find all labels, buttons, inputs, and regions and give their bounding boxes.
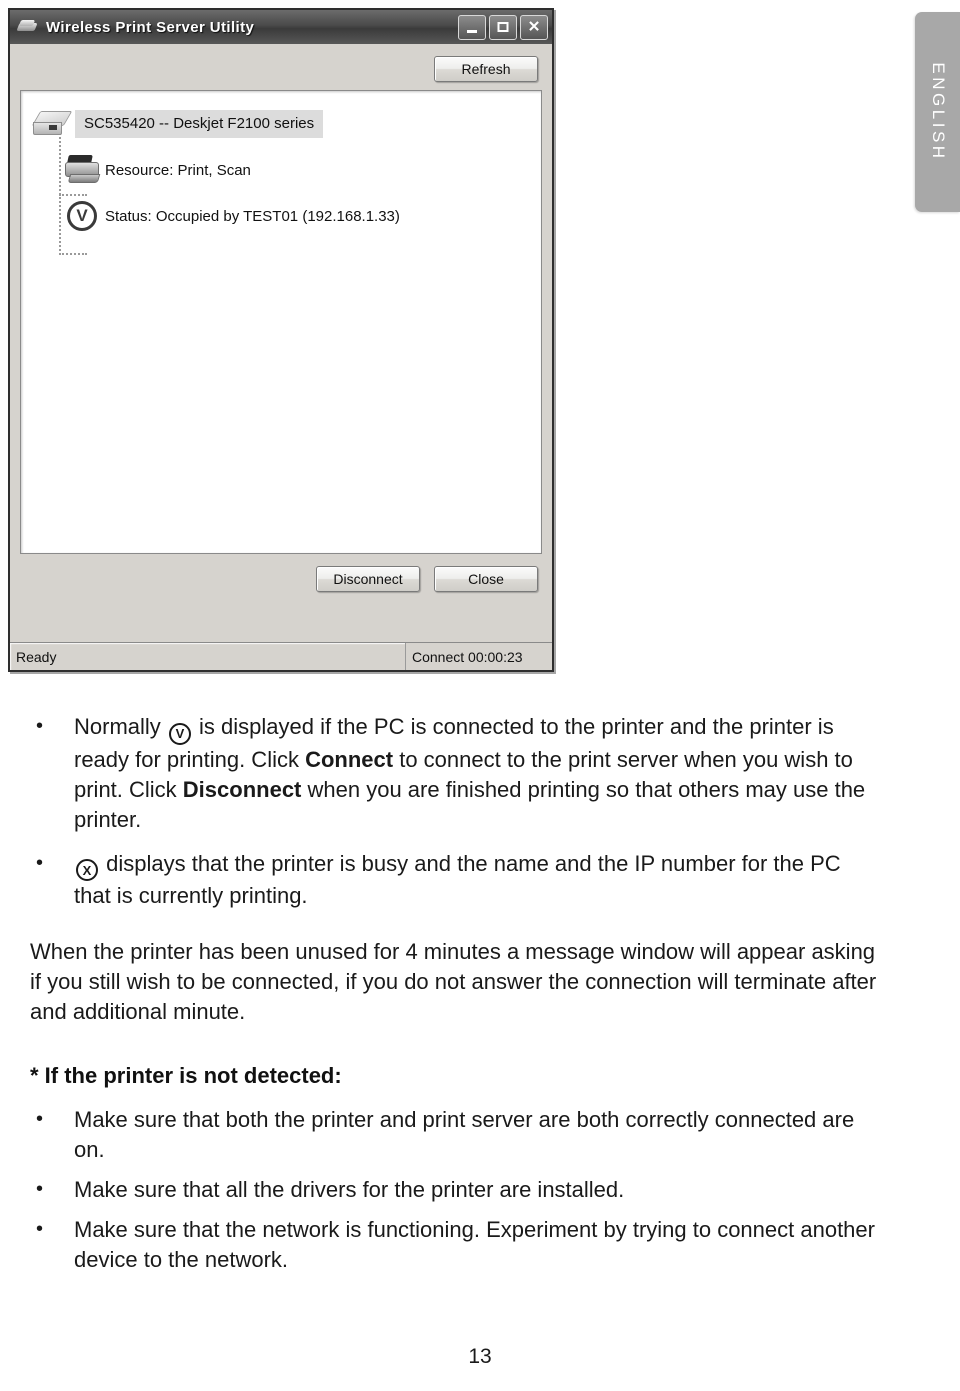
status-bar: Ready Connect 00:00:23 — [10, 642, 552, 670]
paragraph-timeout: When the printer has been unused for 4 m… — [30, 939, 877, 1024]
bullet-item-check-drivers: Make sure that all the drivers for the p… — [30, 1174, 880, 1205]
close-button[interactable]: Close — [434, 566, 538, 592]
maximize-icon — [497, 22, 509, 32]
bullet-item-busy: X displays that the printer is busy and … — [30, 848, 880, 912]
status-message: Ready — [10, 643, 406, 670]
disconnect-button[interactable]: Disconnect — [316, 566, 420, 592]
toolbar: Refresh — [20, 52, 542, 90]
bullet-list-top: Normally V is displayed if the PC is con… — [30, 711, 880, 912]
close-icon: ✕ — [527, 18, 541, 36]
language-tab-english: ENGLISH — [915, 12, 960, 212]
tree-connector-horizontal-2 — [59, 253, 87, 255]
maximize-button[interactable] — [489, 14, 517, 40]
bullet-item-check-connections: Make sure that both the printer and prin… — [30, 1104, 880, 1165]
circled-v-icon: V — [168, 722, 191, 745]
bullet-text-busy: displays that the printer is busy and th… — [74, 850, 841, 909]
bullet-item-normally: Normally V is displayed if the PC is con… — [30, 711, 880, 835]
bold-disconnect: Disconnect — [182, 776, 302, 802]
window-controls: ✕ — [458, 14, 548, 40]
bullet-text-before: Normally — [74, 714, 167, 739]
device-tree-list[interactable]: SC535420 -- Deskjet F2100 series Resourc… — [20, 90, 542, 554]
window-client-area: Refresh SC535420 -- Deskjet F2100 series — [10, 44, 552, 642]
document-body: Normally V is displayed if the PC is con… — [30, 711, 880, 1285]
print-server-device-icon — [29, 111, 75, 137]
tree-item-resource[interactable]: Resource: Print, Scan — [29, 147, 533, 193]
refresh-button[interactable]: Refresh — [434, 56, 538, 82]
print-server-icon — [16, 20, 38, 34]
tree-item-status-label: Status: Occupied by TEST01 (192.168.1.33… — [105, 207, 400, 225]
tree-item-resource-label: Resource: Print, Scan — [105, 161, 251, 179]
bullet-list-troubleshooting: Make sure that both the printer and prin… — [30, 1104, 880, 1275]
wireless-print-server-utility-window: Wireless Print Server Utility ✕ Refresh — [8, 8, 554, 672]
status-connect-timer: Connect 00:00:23 — [412, 648, 523, 665]
minimize-icon — [467, 30, 477, 34]
page-number: 13 — [468, 1345, 492, 1368]
tree-item-print-server[interactable]: SC535420 -- Deskjet F2100 series — [29, 101, 533, 147]
tree-item-status[interactable]: V Status: Occupied by TEST01 (192.168.1.… — [29, 193, 533, 239]
tree-connector-horizontal-1 — [59, 194, 87, 196]
window-title: Wireless Print Server Utility — [46, 18, 255, 36]
window-button-row: Disconnect Close — [20, 554, 542, 592]
bold-connect: Connect — [305, 746, 394, 772]
minimize-button[interactable] — [458, 14, 486, 40]
heading-not-detected: * If the printer is not detected: — [30, 1063, 342, 1088]
circled-v-icon: V — [59, 201, 105, 231]
close-window-button[interactable]: ✕ — [520, 14, 548, 40]
bullet-item-check-network: Make sure that the network is functionin… — [30, 1214, 880, 1275]
title-bar: Wireless Print Server Utility ✕ — [10, 10, 552, 44]
tree-item-print-server-label: SC535420 -- Deskjet F2100 series — [75, 110, 324, 138]
printer-icon — [59, 155, 105, 185]
circled-x-icon: X — [76, 859, 98, 881]
language-tab-label: ENGLISH — [928, 62, 948, 162]
